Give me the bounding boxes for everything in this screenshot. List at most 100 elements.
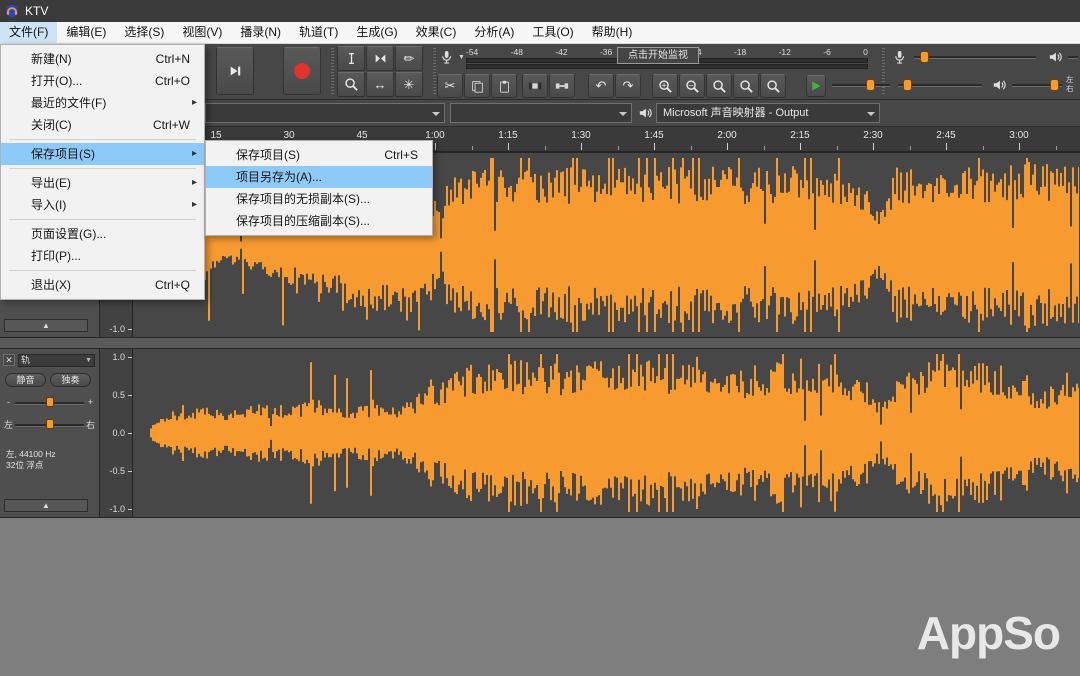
timeline-label: 2:30 [853,130,893,141]
track-collapse-button[interactable]: ▲ [4,319,88,332]
track-info: 左, 44100 Hz32位 浮点 [6,449,56,471]
zoom-tool-button[interactable] [337,72,365,97]
menu-item[interactable]: 新建(N)Ctrl+N [1,48,204,70]
timeline-label: 1:15 [488,130,528,141]
menu-separator [9,139,196,140]
recording-meter-bar-right [466,64,868,69]
pan-left-label: 左 [4,418,13,431]
selection-tool-button[interactable] [337,46,365,71]
menubar-item[interactable]: 选择(S) [115,22,173,43]
multi-tool-button[interactable]: ✳ [395,72,423,97]
menubar-item[interactable]: 轨道(T) [290,22,347,43]
play-at-speed-button[interactable] [806,75,826,97]
menu-item[interactable]: 保存项目的无损副本(S)... [206,188,432,210]
amplitude-label: 1.0 [99,352,125,362]
silence-audio-button[interactable] [549,74,575,98]
timeline-tick [581,143,582,150]
trim-audio-button[interactable] [522,74,548,98]
zoom-fit-project-button[interactable] [733,74,759,98]
amplitude-label: -1.0 [99,324,125,334]
zoom-toggle-button[interactable] [760,74,786,98]
undo-button[interactable]: ↶ [588,74,614,98]
menubar-item[interactable]: 播录(N) [231,22,290,43]
menu-item-label: 保存项目(S) [236,144,366,166]
appso-watermark: AppSo [917,606,1060,660]
record-button[interactable] [283,47,321,95]
draw-tool-button[interactable]: ✏ [395,46,423,71]
envelope-tool-button[interactable] [366,46,394,71]
menubar-item[interactable]: 编辑(E) [57,22,115,43]
menu-item-label: 保存项目的无损副本(S)... [236,188,418,210]
copy-button[interactable] [464,74,490,98]
zoom-in-button[interactable]: + [652,74,678,98]
menu-item[interactable]: 打印(P)... [1,245,204,267]
playback-meter-speaker-icon[interactable] [1048,50,1063,69]
menu-item-label: 保存项目的压缩副本(S)... [236,210,418,232]
cut-button[interactable]: ✂ [437,74,463,98]
track-pan-slider[interactable] [13,418,86,430]
toolbar-grip[interactable] [331,48,334,96]
meter-right-label: 右 [1066,84,1074,93]
menubar-item[interactable]: 效果(C) [407,22,466,43]
menu-item[interactable]: 页面设置(G)... [1,223,204,245]
timeline-tick [983,146,984,150]
recording-volume-slider[interactable] [914,49,1036,65]
output-device-speaker-icon [638,106,653,125]
track-name-dropdown[interactable]: 轨▼ [18,354,95,367]
mini-slider[interactable] [1068,56,1078,59]
output-device-dropdown[interactable]: Microsoft 声音映射器 - Output [656,103,880,123]
timeline-tick [910,146,911,150]
track-waveform[interactable] [133,349,1080,517]
svg-text:+: + [661,80,667,89]
menubar-item[interactable]: 工具(O) [523,22,582,43]
paste-button[interactable] [491,74,517,98]
playback-speed-slider[interactable] [832,77,890,93]
audio-track-2: ✕轨▼静音独奏-+左右左, 44100 Hz32位 浮点▲1.00.50.0-0… [0,348,1080,518]
menubar-item[interactable]: 帮助(H) [583,22,642,43]
menu-item[interactable]: 导出(E)▸ [1,172,204,194]
menubar-item[interactable]: 文件(F) [0,22,57,43]
menu-separator [9,219,196,220]
menu-item-label: 导入(I) [31,194,190,216]
mixer-slider[interactable] [898,77,982,93]
redo-button[interactable]: ↷ [615,74,641,98]
track-collapse-button[interactable]: ▲ [4,499,88,512]
meter-dropdown-chevron-icon[interactable]: ▼ [458,54,465,61]
zoom-out-button[interactable]: − [679,74,705,98]
ruler-tick [128,357,132,358]
input-device-dropdown[interactable] [205,103,445,123]
track-close-button[interactable]: ✕ [3,354,15,366]
solo-button[interactable]: 独奏 [50,373,91,387]
timeline-tick [508,143,509,150]
tools-toolbar: ✏ ↔ ✳ [337,46,427,98]
menu-item[interactable]: 最近的文件(F)▸ [1,92,204,114]
track-gain-slider[interactable] [13,396,86,408]
recording-meter-mic-icon[interactable] [440,50,453,70]
gain-row: -+ [4,395,95,409]
menubar-item[interactable]: 分析(A) [465,22,523,43]
submenu-arrow-icon: ▸ [192,143,197,165]
menu-item[interactable]: 打开(O)...Ctrl+O [1,70,204,92]
zoom-to-selection-button[interactable] [706,74,732,98]
menu-item[interactable]: 保存项目(S)▸ [1,143,204,165]
playback-volume-slider[interactable] [1012,77,1062,93]
mute-button[interactable]: 静音 [5,373,46,387]
input-channels-dropdown[interactable] [450,103,632,123]
menubar-item[interactable]: 视图(V) [173,22,231,43]
menu-item[interactable]: 退出(X)Ctrl+Q [1,274,204,296]
menu-item[interactable]: 保存项目(S)Ctrl+S [206,144,432,166]
toolbar-grip[interactable] [433,48,436,96]
menu-item[interactable]: 导入(I)▸ [1,194,204,216]
submenu-arrow-icon: ▸ [192,92,197,114]
amplitude-label: -0.5 [99,466,125,476]
menu-item[interactable]: 项目另存为(A)... [206,166,432,188]
menu-item[interactable]: 关闭(C)Ctrl+W [1,114,204,136]
timeline-tick [691,146,692,150]
skip-to-end-button[interactable] [216,47,254,95]
menu-item[interactable]: 保存项目的压缩副本(S)... [206,210,432,232]
menu-separator [9,270,196,271]
start-monitoring-button[interactable]: 点击开始监视 [617,47,699,64]
menubar-item[interactable]: 生成(G) [347,22,406,43]
timeshift-tool-button[interactable]: ↔ [366,72,394,97]
track-name: 轨 [21,355,30,366]
